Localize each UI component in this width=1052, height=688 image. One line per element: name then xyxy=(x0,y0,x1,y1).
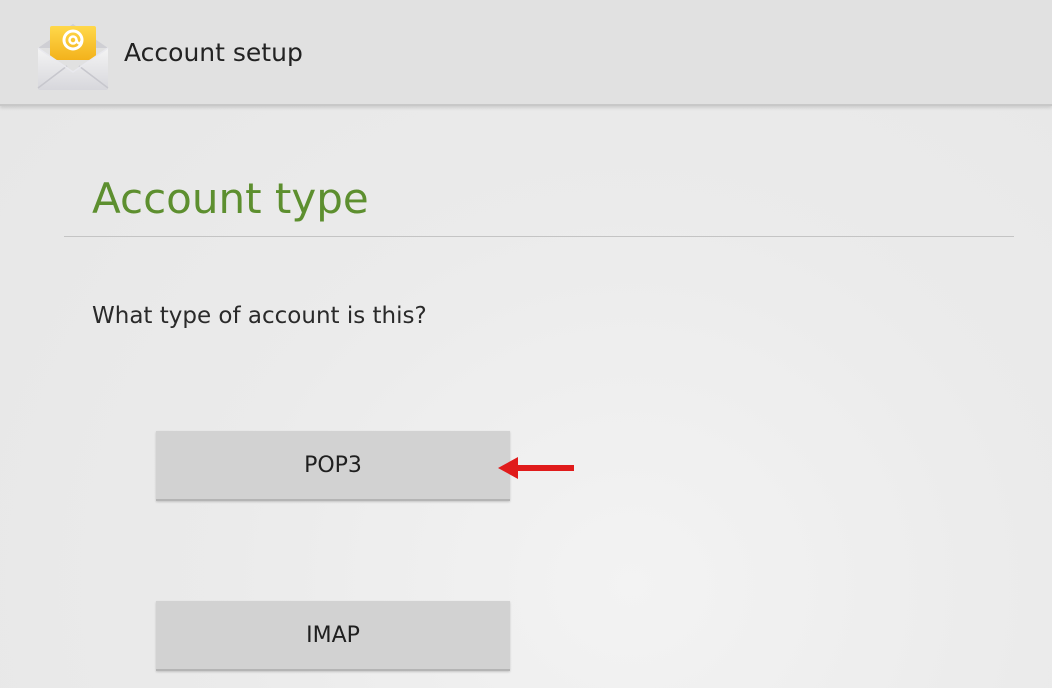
action-bar: Account setup xyxy=(0,0,1052,106)
section-divider xyxy=(64,236,1014,237)
section-title: Account type xyxy=(92,174,369,223)
account-type-prompt: What type of account is this? xyxy=(92,303,427,329)
email-app-icon xyxy=(32,18,114,94)
red-arrow-icon xyxy=(498,455,576,481)
pop3-button[interactable]: POP3 xyxy=(156,431,510,501)
imap-button[interactable]: IMAP xyxy=(156,601,510,671)
action-bar-title: Account setup xyxy=(124,38,303,67)
